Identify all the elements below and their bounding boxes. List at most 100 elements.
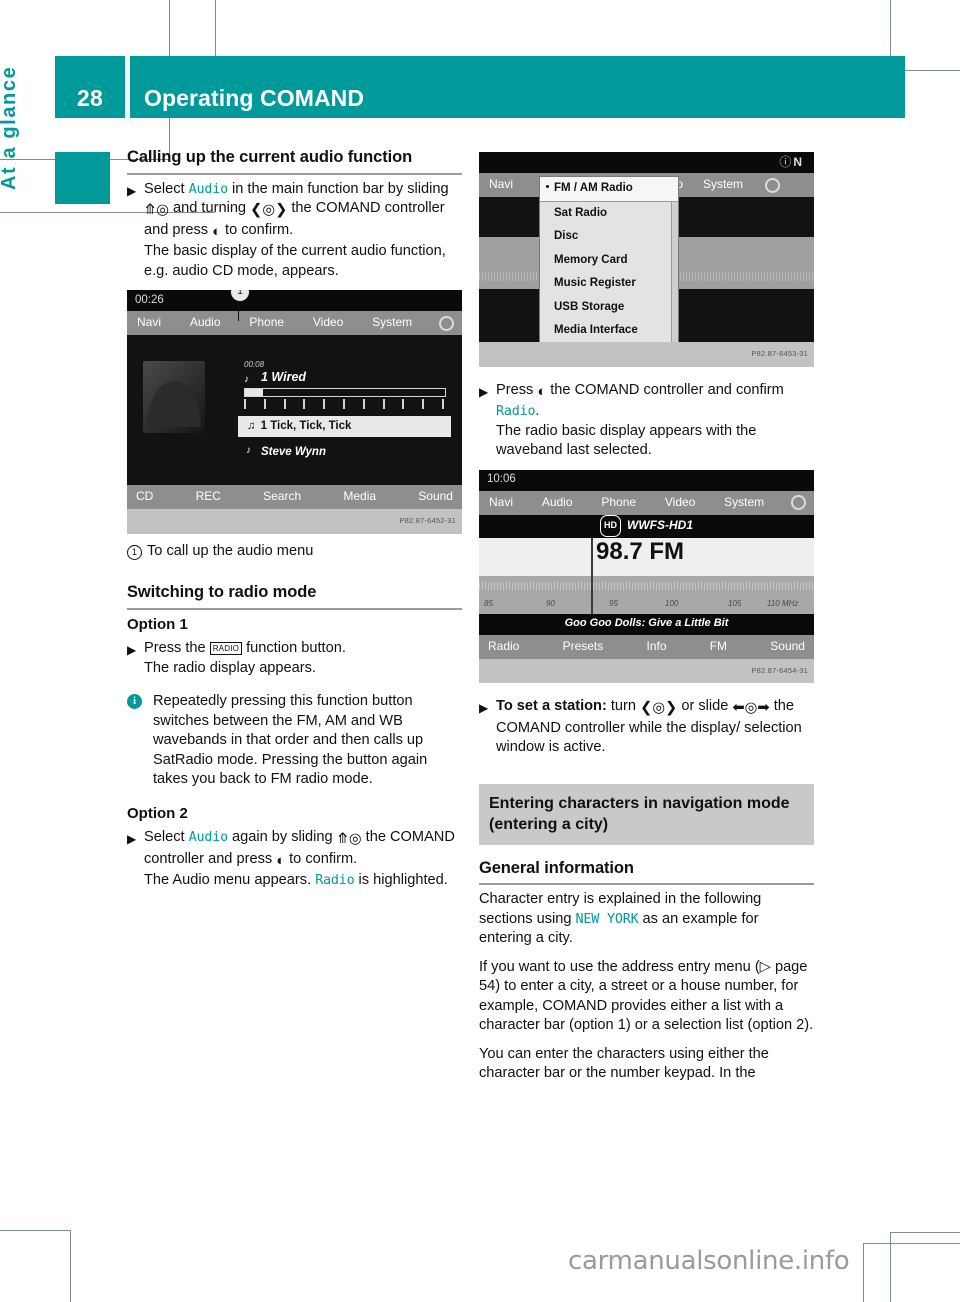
scale-label-105: 105 bbox=[728, 598, 742, 608]
soft-key-sound[interactable]: Sound bbox=[770, 637, 805, 657]
soft-key-rec[interactable]: REC bbox=[196, 487, 221, 507]
audio-source-popup-list[interactable]: FM / AM Radio Sat Radio Disc Memory Card… bbox=[539, 176, 679, 342]
screen-clock: 00:26 bbox=[135, 293, 164, 306]
screen-main-function-bar[interactable]: Navi Audio Phone Video System bbox=[127, 311, 462, 335]
artist-icon: ♪ bbox=[246, 445, 251, 456]
track-highlight-row[interactable]: ♫ 1 Tick, Tick, Tick bbox=[238, 416, 451, 437]
result-prefix: The Audio menu appears. bbox=[144, 872, 316, 888]
crop-mark-bottom-right-h2 bbox=[863, 1243, 960, 1244]
tuning-scale-zone[interactable]: 85 90 95 100 105 110 MHz bbox=[479, 575, 814, 614]
status-right-label: N bbox=[793, 154, 802, 169]
soft-key-presets[interactable]: Presets bbox=[563, 637, 604, 657]
step-text-prefix: Press the bbox=[144, 640, 210, 656]
soft-key-cd[interactable]: CD bbox=[136, 487, 153, 507]
screen-main-function-bar[interactable]: Navi Audio Phone Video System bbox=[479, 490, 814, 515]
step-text-suffix: to confirm. bbox=[285, 850, 358, 867]
menu-item-video[interactable]: Video bbox=[311, 313, 345, 333]
radio-function-button-icon: RADIO bbox=[209, 642, 243, 655]
info-badge-icon: ⓘ bbox=[779, 154, 792, 169]
soft-key-search[interactable]: Search bbox=[263, 487, 301, 507]
step-set-a-station: ▶ To set a station: turn ❮◎❯ or slide ⬅◎… bbox=[479, 697, 814, 758]
term-radio: Radio bbox=[315, 873, 355, 888]
slide-left-right-icon: ⬅◎➡ bbox=[732, 700, 770, 716]
heading-option-1: Option 1 bbox=[127, 615, 188, 633]
menu-item-audio[interactable]: Audio bbox=[540, 493, 575, 513]
soft-key-fm[interactable]: FM bbox=[710, 637, 727, 657]
paragraph-character-entry: Character entry is explained in the foll… bbox=[479, 890, 814, 949]
crop-mark-bottom-right-v2 bbox=[863, 1243, 864, 1302]
figure-credit: P82.87-6453-31 bbox=[751, 349, 808, 358]
term-radio: Radio bbox=[496, 404, 536, 419]
soft-key-info[interactable]: Info bbox=[646, 637, 666, 657]
crop-mark-bottom-left-v bbox=[70, 1230, 71, 1302]
soft-key-media[interactable]: Media bbox=[343, 487, 376, 507]
figure-audio-display: 00:26 1 Navi Audio Phone Video System 00… bbox=[127, 290, 462, 534]
hd-radio-icon: HD bbox=[600, 515, 621, 537]
step-text-mid2: or slide bbox=[677, 698, 733, 714]
menu-item-navi[interactable]: Navi bbox=[135, 313, 163, 333]
status-circle-icon bbox=[790, 495, 806, 510]
screen-status-bar: 10:06 bbox=[479, 469, 814, 491]
paragraph-character-bar: You can enter the characters using eithe… bbox=[479, 1045, 769, 1082]
popup-item-usb-storage[interactable]: USB Storage bbox=[540, 296, 678, 320]
menu-item-video[interactable]: Video bbox=[663, 493, 697, 513]
popup-item-disc[interactable]: Disc bbox=[540, 225, 678, 249]
step-text-mid1: in the main function bar by sliding bbox=[227, 180, 449, 197]
step-result-radio-basic-display: The radio basic display appears with the… bbox=[496, 422, 757, 459]
caption-marker-icon: 1 bbox=[127, 544, 142, 560]
heading-switching-radio: Switching to radio mode bbox=[127, 583, 462, 610]
gray-section-heading: Entering characters in navigation mode (… bbox=[479, 783, 814, 845]
tuning-cursor[interactable] bbox=[591, 537, 593, 576]
comand-audio-screen: 00:26 1 Navi Audio Phone Video System 00… bbox=[127, 290, 462, 509]
status-circle-icon bbox=[438, 315, 454, 331]
step-select-audio-again: ▶ Select Audio again by sliding ⤊◎ the C… bbox=[127, 828, 462, 891]
step-text-suffix: to confirm. bbox=[220, 221, 294, 238]
popup-item-fm-am-radio[interactable]: FM / AM Radio bbox=[540, 177, 678, 202]
menu-item-system[interactable]: System bbox=[701, 175, 745, 195]
current-frequency: 98.7 FM bbox=[596, 537, 685, 565]
track-progress-bar bbox=[244, 388, 446, 397]
step-text-prefix: Select bbox=[144, 180, 189, 197]
menu-item-navi[interactable]: Navi bbox=[487, 175, 515, 195]
menu-item-phone[interactable]: Phone bbox=[599, 493, 638, 513]
screen-status-bar: ⓘ N bbox=[479, 152, 814, 173]
turn-knob-icon: ❮◎❯ bbox=[250, 202, 288, 218]
step-result-radio-display: The radio display appears. bbox=[144, 659, 316, 676]
popup-item-memory-card[interactable]: Memory Card bbox=[540, 249, 678, 273]
result-suffix: is highlighted. bbox=[354, 872, 448, 888]
soft-key-sound[interactable]: Sound bbox=[418, 487, 453, 507]
disc-icon: ♫ bbox=[247, 419, 256, 432]
tuning-scale bbox=[479, 581, 814, 590]
figure-credit: P82.87-6454-31 bbox=[751, 665, 808, 675]
menu-item-system[interactable]: System bbox=[370, 313, 414, 333]
track-title: 1 Wired bbox=[261, 370, 307, 384]
step-text-mid1: turn bbox=[606, 698, 641, 714]
heading-calling-up-audio: Calling up the current audio function bbox=[127, 148, 462, 175]
step-text-mid1: again by sliding bbox=[227, 829, 337, 845]
header-title-box: Operating COMAND bbox=[130, 56, 905, 118]
track-tick-marks bbox=[244, 399, 444, 409]
freq-label-105: 105 bbox=[719, 335, 732, 342]
screen-status-bar: 00:26 1 bbox=[127, 290, 462, 321]
popup-item-music-register[interactable]: Music Register bbox=[540, 272, 678, 296]
scale-label-85: 85 bbox=[484, 598, 493, 608]
menu-item-navi[interactable]: Navi bbox=[487, 493, 515, 513]
page-number: 28 bbox=[76, 85, 104, 111]
popup-item-sat-radio[interactable]: Sat Radio bbox=[540, 202, 678, 226]
soft-key-radio[interactable]: Radio bbox=[488, 637, 519, 657]
heading-general-information: General information bbox=[479, 859, 814, 885]
popup-item-media-interface[interactable]: Media Interface bbox=[540, 319, 678, 342]
menu-item-system[interactable]: System bbox=[722, 493, 766, 513]
callout-leader-line bbox=[238, 299, 239, 321]
album-cover-art bbox=[143, 361, 205, 433]
step-select-audio: ▶ Select Audio in the main function bar … bbox=[127, 180, 462, 282]
caption-text: To call up the audio menu bbox=[147, 542, 314, 559]
scale-label-95: 95 bbox=[609, 598, 618, 608]
tuning-cursor[interactable] bbox=[591, 575, 593, 614]
info-icon: i bbox=[127, 694, 142, 709]
screen-soft-key-bar[interactable]: Radio Presets Info FM Sound bbox=[479, 634, 814, 659]
side-tab-block bbox=[55, 152, 110, 204]
menu-item-phone[interactable]: Phone bbox=[247, 313, 286, 333]
menu-item-audio[interactable]: Audio bbox=[188, 313, 223, 333]
screen-soft-key-bar[interactable]: CD REC Search Media Sound bbox=[127, 485, 462, 509]
